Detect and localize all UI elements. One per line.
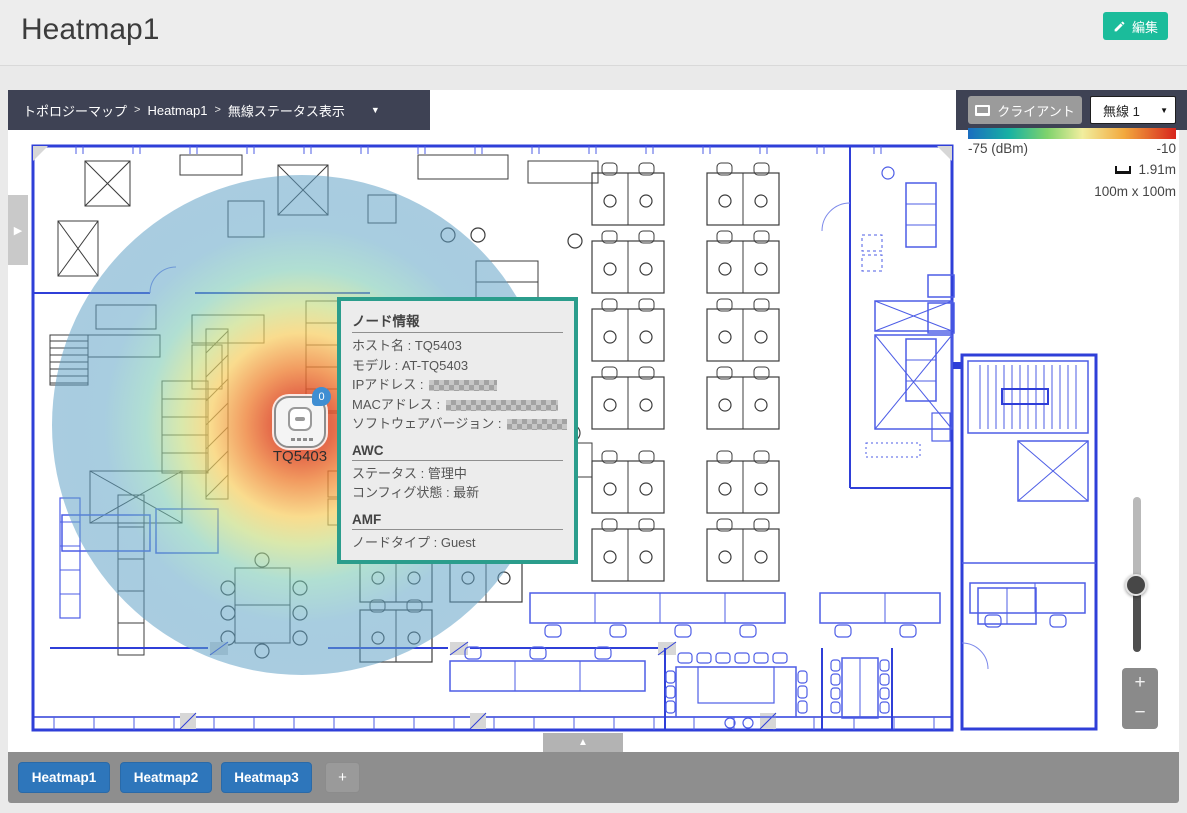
- scale-ruler: 1.91m: [968, 162, 1176, 177]
- node-label: TQ5403: [260, 448, 340, 465]
- tooltip-section-heading: AMF: [352, 509, 563, 529]
- zoom-out-button[interactable]: −: [1122, 698, 1158, 728]
- map-viewport: 0 TQ5403 ノード情報ホスト名 : TQ5403モデル : AT-TQ54…: [8, 90, 1179, 752]
- wireless-select[interactable]: 無線 1 ▼: [1090, 96, 1176, 124]
- breadcrumb-separator: >: [214, 104, 220, 116]
- access-point-node[interactable]: 0: [274, 396, 326, 448]
- tooltip-row: ソフトウェアバージョン :: [352, 414, 563, 434]
- chevron-down-icon: ▼: [1160, 106, 1168, 115]
- wireless-select-value: 無線 1: [1103, 101, 1140, 120]
- tooltip-section: AMF ノードタイプ : Guest: [352, 509, 563, 553]
- triangle-up-icon: ▲: [578, 737, 588, 748]
- redacted-value: [429, 380, 497, 391]
- breadcrumb-item-2[interactable]: Heatmap1: [147, 103, 207, 118]
- tab-heatmap3[interactable]: Heatmap3: [221, 762, 312, 793]
- tooltip-row: MACアドレス :: [352, 395, 563, 415]
- tab-heatmap1[interactable]: Heatmap1: [18, 762, 110, 793]
- node-info-tooltip: ノード情報ホスト名 : TQ5403モデル : AT-TQ5403IPアドレス …: [337, 297, 578, 564]
- breadcrumb-dropdown-caret[interactable]: ▼: [371, 105, 380, 115]
- breadcrumb-separator: >: [134, 104, 140, 116]
- client-count-badge: 0: [312, 387, 331, 406]
- ruler-label: 1.91m: [1138, 162, 1176, 177]
- zoom-in-button[interactable]: +: [1122, 668, 1158, 698]
- signal-legend-gradient: [968, 128, 1176, 139]
- edit-button-label: 編集: [1132, 17, 1158, 36]
- tooltip-row: ノードタイプ : Guest: [352, 533, 563, 553]
- heatmap-tab-bar: Heatmap1 Heatmap2 Heatmap3 +: [8, 752, 1179, 803]
- map-size-label: 100m x 100m: [968, 184, 1176, 199]
- tooltip-section-heading: ノード情報: [352, 307, 563, 332]
- signal-legend-labels: -75 (dBm) -10: [968, 141, 1176, 156]
- ruler-icon: [1115, 166, 1131, 174]
- tooltip-row: モデル : AT-TQ5403: [352, 356, 563, 376]
- legend-max-label: -10: [1156, 141, 1176, 156]
- tooltip-section-heading: AWC: [352, 440, 563, 460]
- breadcrumb: トポロジーマップ > Heatmap1 > 無線ステータス表示 ▼: [8, 90, 430, 130]
- tooltip-row: ホスト名 : TQ5403: [352, 336, 563, 356]
- triangle-right-icon: ▶: [14, 224, 22, 237]
- control-strip: クライアント 無線 1 ▼: [956, 90, 1187, 130]
- tooltip-row: コンフィグ状態 : 最新: [352, 483, 563, 503]
- tooltip-section: ノード情報ホスト名 : TQ5403モデル : AT-TQ5403IPアドレス …: [352, 307, 563, 434]
- page-header: Heatmap1 編集: [0, 0, 1187, 66]
- page-title: Heatmap1: [21, 13, 159, 47]
- edit-button[interactable]: 編集: [1103, 12, 1168, 40]
- breadcrumb-item-3[interactable]: 無線ステータス表示: [228, 101, 345, 120]
- zoom-slider-track[interactable]: [1133, 497, 1141, 585]
- tooltip-row: IPアドレス :: [352, 375, 563, 395]
- left-panel-expand-button[interactable]: ▶: [8, 195, 28, 265]
- client-button[interactable]: クライアント: [968, 96, 1082, 124]
- zoom-slider-thumb[interactable]: [1125, 574, 1147, 596]
- redacted-value: [507, 419, 567, 430]
- redacted-value: [446, 400, 558, 411]
- laptop-icon: [975, 105, 990, 116]
- zoom-controls: + −: [1122, 668, 1158, 729]
- client-button-label: クライアント: [997, 101, 1074, 120]
- legend-min-label: -75 (dBm): [968, 141, 1028, 156]
- tooltip-section: AWC ステータス : 管理中コンフィグ状態 : 最新: [352, 440, 563, 503]
- pencil-icon: [1113, 20, 1126, 33]
- add-heatmap-tab-button[interactable]: +: [325, 762, 360, 793]
- bottom-panel-expand-button[interactable]: ▲: [543, 733, 623, 752]
- breadcrumb-item-1[interactable]: トポロジーマップ: [23, 101, 127, 120]
- tab-heatmap2[interactable]: Heatmap2: [120, 762, 212, 793]
- tooltip-row: ステータス : 管理中: [352, 464, 563, 484]
